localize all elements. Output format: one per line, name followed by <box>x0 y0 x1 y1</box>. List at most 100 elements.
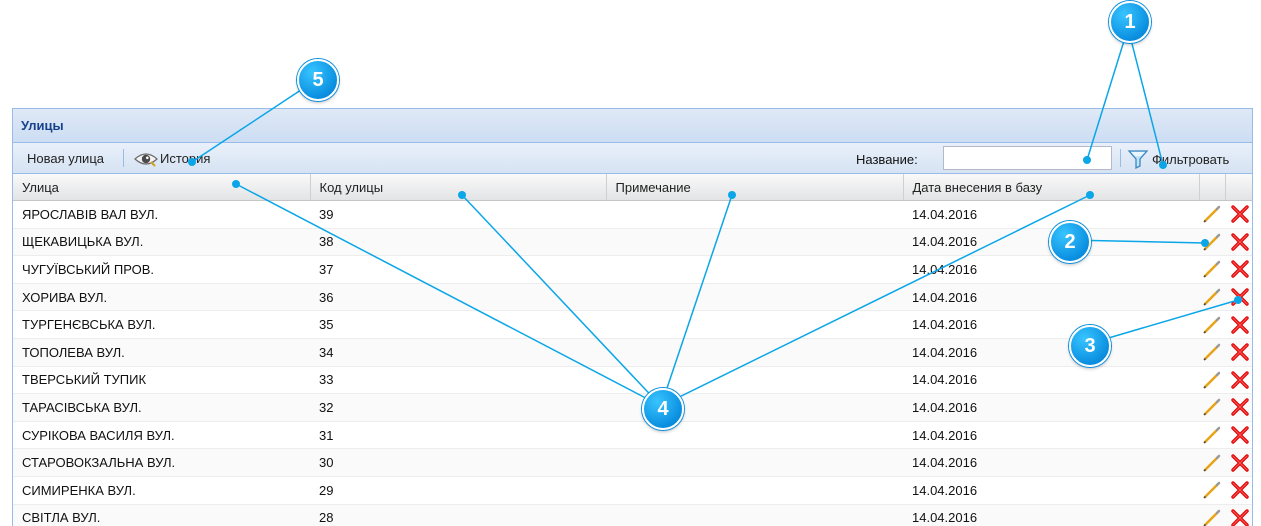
table-row[interactable]: ТАРАСІВСЬКА ВУЛ. 32 14.04.2016 <box>13 393 1252 422</box>
street-cell: ЧУГУЇВСЬКИЙ ПРОВ. <box>13 255 310 284</box>
pencil-icon[interactable] <box>1202 287 1222 307</box>
delete-icon[interactable] <box>1229 286 1251 308</box>
annotation-marker-4: 4 <box>642 388 684 430</box>
table-row[interactable]: ХОРИВА ВУЛ. 36 14.04.2016 <box>13 283 1252 312</box>
edit-cell <box>1199 200 1225 229</box>
street-cell: ХОРИВА ВУЛ. <box>13 283 310 312</box>
street-cell: ЯРОСЛАВІВ ВАЛ ВУЛ. <box>13 200 310 229</box>
date-cell: 14.04.2016 <box>903 366 1199 395</box>
column-header-delete <box>1225 174 1252 201</box>
note-cell <box>606 504 903 526</box>
pencil-icon[interactable] <box>1202 315 1222 335</box>
table-row[interactable]: СТАРОВОКЗАЛЬНА ВУЛ. 30 14.04.2016 <box>13 448 1252 477</box>
note-cell <box>606 255 903 284</box>
delete-icon[interactable] <box>1229 452 1251 474</box>
note-cell <box>606 338 903 367</box>
code-cell: 34 <box>310 338 606 367</box>
delete-cell <box>1225 255 1252 284</box>
date-cell: 14.04.2016 <box>903 255 1199 284</box>
delete-icon[interactable] <box>1229 258 1251 280</box>
date-cell: 14.04.2016 <box>903 310 1199 339</box>
delete-cell <box>1225 228 1252 257</box>
toolbar: Новая улица История Название: Фильтроват… <box>13 143 1252 174</box>
code-cell: 30 <box>310 448 606 477</box>
name-filter-label: Название: <box>856 152 918 167</box>
delete-icon[interactable] <box>1229 341 1251 363</box>
edit-cell <box>1199 366 1225 395</box>
table-row[interactable]: СИМИРЕНКА ВУЛ. 29 14.04.2016 <box>13 476 1252 505</box>
column-header-note[interactable]: Примечание <box>606 174 904 201</box>
delete-cell <box>1225 366 1252 395</box>
table-row[interactable]: СВІТЛА ВУЛ. 28 14.04.2016 <box>13 504 1252 526</box>
delete-icon[interactable] <box>1229 314 1251 336</box>
delete-icon[interactable] <box>1229 479 1251 501</box>
eye-icon[interactable] <box>134 151 158 167</box>
pencil-icon[interactable] <box>1202 370 1222 390</box>
note-cell <box>606 310 903 339</box>
delete-icon[interactable] <box>1229 507 1251 526</box>
pencil-icon[interactable] <box>1202 425 1222 445</box>
pencil-icon[interactable] <box>1202 480 1222 500</box>
code-cell: 28 <box>310 504 606 526</box>
table-row[interactable]: ТОПОЛЕВА ВУЛ. 34 14.04.2016 <box>13 338 1252 367</box>
column-header-street[interactable]: Улица <box>13 174 311 201</box>
edit-cell <box>1199 421 1225 450</box>
edit-cell <box>1199 504 1225 526</box>
delete-cell <box>1225 338 1252 367</box>
new-street-button[interactable]: Новая улица <box>27 151 104 166</box>
annotation-marker-5: 5 <box>297 59 339 101</box>
street-cell: ТОПОЛЕВА ВУЛ. <box>13 338 310 367</box>
edit-cell <box>1199 255 1225 284</box>
name-filter-input[interactable] <box>943 146 1112 170</box>
date-cell: 14.04.2016 <box>903 338 1199 367</box>
code-cell: 36 <box>310 283 606 312</box>
delete-cell <box>1225 310 1252 339</box>
funnel-icon[interactable] <box>1127 149 1149 170</box>
pencil-icon[interactable] <box>1202 204 1222 224</box>
note-cell <box>606 228 903 257</box>
history-button[interactable]: История <box>160 151 210 166</box>
column-header-date[interactable]: Дата внесения в базу <box>903 174 1200 201</box>
filter-button[interactable]: Фильтровать <box>1152 152 1229 167</box>
note-cell <box>606 283 903 312</box>
date-cell: 14.04.2016 <box>903 504 1199 526</box>
code-cell: 32 <box>310 393 606 422</box>
delete-icon[interactable] <box>1229 203 1251 225</box>
pencil-icon[interactable] <box>1202 259 1222 279</box>
column-header-code[interactable]: Код улицы <box>310 174 607 201</box>
delete-icon[interactable] <box>1229 369 1251 391</box>
edit-cell <box>1199 393 1225 422</box>
column-header-edit <box>1199 174 1226 201</box>
street-cell: СВІТЛА ВУЛ. <box>13 504 310 526</box>
pencil-icon[interactable] <box>1202 453 1222 473</box>
delete-icon[interactable] <box>1229 231 1251 253</box>
note-cell <box>606 366 903 395</box>
delete-cell <box>1225 393 1252 422</box>
delete-cell <box>1225 283 1252 312</box>
table-row[interactable]: ТУРГЕНЄВСЬКА ВУЛ. 35 14.04.2016 <box>13 310 1252 339</box>
delete-icon[interactable] <box>1229 424 1251 446</box>
edit-cell <box>1199 338 1225 367</box>
table-row[interactable]: СУРІКОВА ВАСИЛЯ ВУЛ. 31 14.04.2016 <box>13 421 1252 450</box>
toolbar-separator <box>1120 149 1121 167</box>
delete-icon[interactable] <box>1229 396 1251 418</box>
date-cell: 14.04.2016 <box>903 283 1199 312</box>
pencil-icon[interactable] <box>1202 397 1222 417</box>
code-cell: 29 <box>310 476 606 505</box>
code-cell: 39 <box>310 200 606 229</box>
delete-cell <box>1225 448 1252 477</box>
street-cell: ЩЕКАВИЦЬКА ВУЛ. <box>13 228 310 257</box>
code-cell: 33 <box>310 366 606 395</box>
street-cell: ТАРАСІВСЬКА ВУЛ. <box>13 393 310 422</box>
pencil-icon[interactable] <box>1202 342 1222 362</box>
street-cell: СУРІКОВА ВАСИЛЯ ВУЛ. <box>13 421 310 450</box>
edit-cell <box>1199 228 1225 257</box>
pencil-icon[interactable] <box>1202 508 1222 526</box>
table-row[interactable]: ТВЕРСЬКИЙ ТУПИК 33 14.04.2016 <box>13 366 1252 395</box>
panel-title: Улицы <box>13 109 1252 143</box>
edit-cell <box>1199 283 1225 312</box>
edit-cell <box>1199 448 1225 477</box>
annotation-marker-2: 2 <box>1049 221 1091 263</box>
pencil-icon[interactable] <box>1202 232 1222 252</box>
delete-cell <box>1225 421 1252 450</box>
